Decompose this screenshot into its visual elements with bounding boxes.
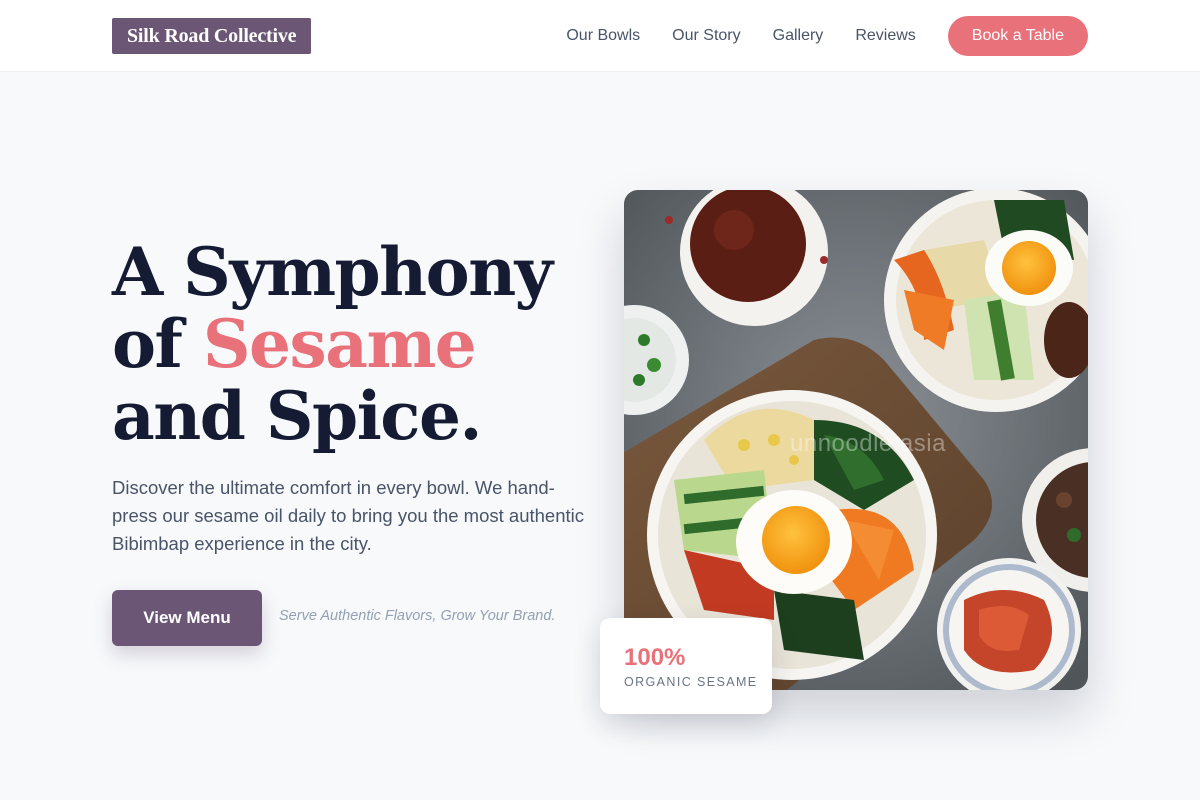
hero-title: A Symphony of Sesame and Spice.: [112, 233, 553, 455]
hero-title-accent: Sesame: [202, 305, 477, 383]
stat-label: ORGANIC SESAME: [624, 675, 758, 689]
view-menu-button[interactable]: View Menu: [112, 590, 262, 646]
stat-card: 100% ORGANIC SESAME: [600, 618, 772, 714]
brand-logo[interactable]: Silk Road Collective: [112, 18, 312, 54]
hero-title-line-2-prefix: of: [112, 305, 203, 383]
nav-link-our-bowls[interactable]: Our Bowls: [566, 16, 640, 56]
site-header: Silk Road Collective Our Bowls Our Story…: [0, 0, 1200, 72]
image-watermark: unnoodle.asia: [790, 430, 946, 457]
hero-title-line-3: and Spice.: [112, 377, 482, 455]
hero-title-line-1: A Symphony: [112, 233, 553, 311]
nav-link-reviews[interactable]: Reviews: [855, 16, 915, 56]
nav-link-gallery[interactable]: Gallery: [773, 16, 824, 56]
stat-value: 100%: [624, 644, 686, 671]
nav-link-our-story[interactable]: Our Story: [672, 16, 740, 56]
hero-description: Discover the ultimate comfort in every b…: [112, 477, 584, 554]
book-table-button[interactable]: Book a Table: [947, 16, 1088, 56]
main-nav: Our Bowls Our Story Gallery Reviews Book…: [566, 16, 1088, 56]
hero-tagline: Serve Authentic Flavors, Grow Your Brand…: [279, 608, 556, 624]
